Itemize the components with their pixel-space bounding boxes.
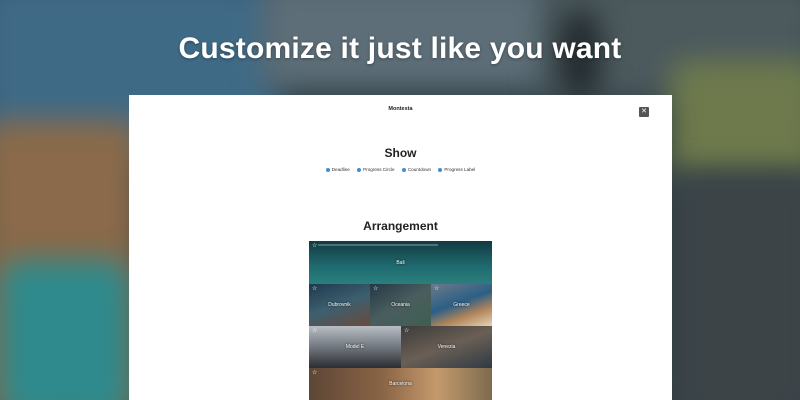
tile-label: Bali: [396, 259, 405, 266]
option-label: Deadline: [331, 167, 350, 172]
option-deadline[interactable]: Deadline: [325, 167, 350, 172]
star-icon[interactable]: ☆: [373, 286, 378, 292]
headline: Customize it just like you want: [178, 32, 622, 65]
settings-panel: Montesta ✕ Show Deadline Progress Circle…: [129, 95, 672, 400]
tile-bali[interactable]: ☆ Bali: [309, 241, 492, 284]
tile-toolbar: [318, 244, 438, 246]
tile-model-e[interactable]: ☆ Model E: [309, 326, 401, 368]
arrangement-grid: ☆ Bali ☆ Dubrovnik ☆ Oceania ☆ Greece ☆ …: [309, 241, 492, 400]
tile-label: Greece: [453, 302, 470, 308]
tile-dubrovnik[interactable]: ☆ Dubrovnik: [309, 284, 370, 326]
tile-label: Model E: [345, 344, 365, 350]
tile-label: Barcelona: [389, 381, 412, 387]
tile-barcelona[interactable]: ☆ Barcelona: [309, 368, 492, 400]
checkbox-icon: [357, 167, 362, 172]
option-progress-circle[interactable]: Progress Circle: [357, 167, 395, 172]
checkbox-icon: [325, 167, 330, 172]
option-countdown[interactable]: Countdown: [401, 167, 432, 172]
tile-label: Oceania: [391, 302, 410, 308]
close-button[interactable]: ✕: [639, 107, 649, 117]
star-icon[interactable]: ☆: [312, 328, 317, 334]
option-label: Countdown: [407, 167, 432, 172]
checkbox-icon: [438, 167, 443, 172]
tile-oceania[interactable]: ☆ Oceania: [370, 284, 431, 326]
star-icon[interactable]: ☆: [312, 243, 317, 249]
tile-venezia[interactable]: ☆ Venezia: [401, 326, 492, 368]
star-icon[interactable]: ☆: [404, 328, 409, 334]
star-icon[interactable]: ☆: [434, 286, 439, 292]
option-progress-label[interactable]: Progress Label: [438, 167, 475, 172]
tile-label: Venezia: [437, 344, 456, 350]
close-icon: ✕: [641, 108, 647, 115]
star-icon[interactable]: ☆: [312, 286, 317, 292]
show-section-title: Show: [384, 146, 417, 160]
checkbox-icon: [401, 167, 406, 172]
tile-label: Dubrovnik: [328, 302, 351, 308]
option-label: Progress Circle: [363, 167, 395, 172]
show-options: Deadline Progress Circle Countdown Progr…: [129, 167, 672, 173]
option-label: Progress Label: [444, 167, 476, 172]
panel-title: Montesta: [388, 106, 413, 112]
star-icon[interactable]: ☆: [312, 370, 317, 376]
tile-greece[interactable]: ☆ Greece: [431, 284, 492, 326]
arrangement-section-title: Arrangement: [363, 219, 438, 233]
